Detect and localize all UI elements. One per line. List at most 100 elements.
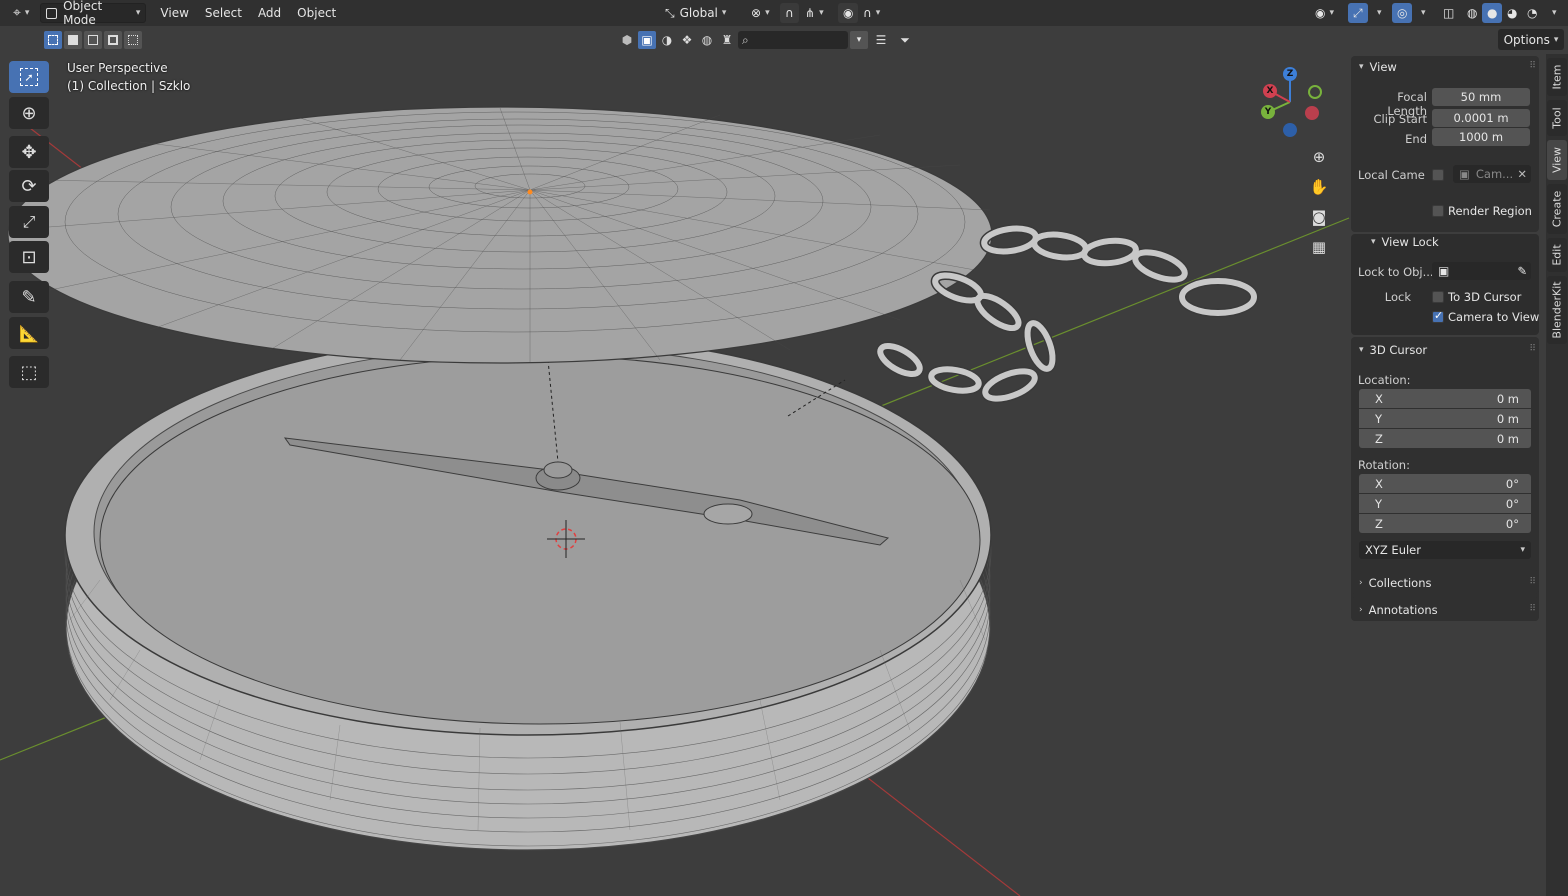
- filter-icon[interactable]: ⏷: [894, 31, 916, 49]
- world-icon[interactable]: ◍: [698, 31, 716, 49]
- proportional-edit-icon: ◉: [843, 6, 854, 20]
- chevron-down-icon: ▾: [135, 8, 141, 18]
- clip-start-field[interactable]: 0.0001 m: [1432, 109, 1530, 127]
- camera-view-button[interactable]: ◙: [1305, 203, 1333, 231]
- focal-length-field[interactable]: 50 mm: [1432, 88, 1530, 106]
- select-box-tool[interactable]: ➚: [9, 61, 49, 93]
- rendered-sphere-icon: ◔: [1527, 6, 1538, 20]
- shading-wireframe[interactable]: ◍: [1462, 3, 1482, 23]
- location-y-field[interactable]: Y 0 m: [1359, 409, 1531, 428]
- select-invert-button[interactable]: [104, 31, 122, 49]
- gizmo-neg-y-axis[interactable]: [1308, 85, 1322, 99]
- rotation-z-field[interactable]: Z 0°: [1359, 514, 1531, 533]
- gizmo-x-axis[interactable]: X: [1263, 84, 1277, 98]
- location-z-field[interactable]: Z 0 m: [1359, 429, 1531, 448]
- clip-end-field[interactable]: 1000 m: [1432, 128, 1530, 146]
- location-x-field[interactable]: X 0 m: [1359, 389, 1531, 408]
- rotation-mode-dropdown[interactable]: XYZ Euler ▾: [1359, 541, 1531, 559]
- tab-view[interactable]: View: [1547, 140, 1567, 180]
- overlays-toggle[interactable]: ◎: [1392, 3, 1413, 23]
- mesh-icon[interactable]: ⬢: [618, 31, 636, 49]
- mode-dropdown[interactable]: Object Mode ▾: [40, 0, 147, 27]
- shading-material[interactable]: ◕: [1502, 3, 1522, 23]
- xray-toggle[interactable]: ◫: [1438, 3, 1459, 23]
- clip-start-label: Clip Start: [1373, 112, 1427, 126]
- gizmo-z-axis[interactable]: Z: [1283, 67, 1297, 81]
- gizmo-y-axis[interactable]: Y: [1261, 105, 1275, 119]
- rotation-x-field[interactable]: X 0°: [1359, 474, 1531, 493]
- collections-header[interactable]: › Collections: [1359, 576, 1431, 590]
- drag-handle-icon[interactable]: ⠿: [1529, 344, 1536, 354]
- rotate-tool[interactable]: ⟳: [9, 170, 49, 202]
- menu-object[interactable]: Object: [289, 6, 344, 20]
- falloff-dropdown[interactable]: ∩ ▾: [858, 3, 885, 23]
- menu-view[interactable]: View: [152, 6, 196, 20]
- chevron-down-icon[interactable]: ▾: [850, 31, 868, 49]
- proportional-editing-toggle[interactable]: ◉: [838, 3, 859, 23]
- gizmo-dropdown[interactable]: ▾: [1368, 3, 1387, 23]
- brush-icon[interactable]: ♜: [718, 31, 736, 49]
- menu-add[interactable]: Add: [250, 6, 289, 20]
- pan-button[interactable]: ✋: [1305, 173, 1333, 201]
- tab-tool[interactable]: Tool: [1547, 100, 1567, 136]
- annotations-header[interactable]: › Annotations: [1359, 603, 1438, 617]
- transform-tool[interactable]: ⊡: [9, 241, 49, 273]
- measure-tool[interactable]: 📐: [9, 317, 49, 349]
- annotate-tool[interactable]: ✎: [9, 281, 49, 313]
- 3d-cursor-header[interactable]: ▾ 3D Cursor: [1359, 343, 1427, 357]
- light-icon[interactable]: ❖: [678, 31, 696, 49]
- tab-blenderkit[interactable]: BlenderKit: [1547, 276, 1567, 344]
- local-camera-field[interactable]: ▣ Cam... ✕: [1453, 165, 1531, 183]
- tab-item[interactable]: Item: [1547, 58, 1567, 96]
- zoom-button[interactable]: ⊕: [1305, 143, 1333, 171]
- local-camera-checkbox[interactable]: [1432, 169, 1444, 181]
- to-3d-cursor-checkbox[interactable]: [1432, 291, 1444, 303]
- search-input[interactable]: ⌕: [738, 31, 848, 49]
- shading-rendered[interactable]: ◔: [1522, 3, 1542, 23]
- shading-solid[interactable]: ●: [1482, 3, 1503, 23]
- select-new-button[interactable]: [44, 31, 62, 49]
- gizmo-neg-x-axis[interactable]: [1305, 106, 1319, 120]
- snap-toggle[interactable]: ∩: [780, 3, 799, 23]
- menu-select[interactable]: Select: [197, 6, 250, 20]
- drag-handle-icon[interactable]: ⠿: [1529, 604, 1536, 614]
- xray-icon: ◫: [1443, 6, 1455, 20]
- editor-type-button[interactable]: ⌖ ▾: [8, 3, 34, 23]
- visibility-dropdown[interactable]: ◉ ▾: [1310, 3, 1339, 23]
- perspective-toggle-button[interactable]: ▦: [1305, 233, 1333, 261]
- pivot-point-dropdown[interactable]: ⊗ ▾: [746, 3, 775, 23]
- drag-handle-icon[interactable]: ⠿: [1529, 577, 1536, 587]
- view-panel-header[interactable]: ▾ View: [1359, 60, 1397, 74]
- hierarchy-icon[interactable]: ☰: [870, 31, 892, 49]
- move-tool[interactable]: ✥: [9, 136, 49, 168]
- shading-dropdown[interactable]: ▾: [1543, 3, 1562, 23]
- cursor-tool[interactable]: ⊕: [9, 97, 49, 129]
- select-extend-button[interactable]: [64, 31, 82, 49]
- wireframe-sphere-icon: ◍: [1467, 6, 1478, 20]
- snap-target-dropdown[interactable]: ⋔ ▾: [800, 3, 829, 23]
- view-lock-header[interactable]: ▾ View Lock: [1371, 235, 1439, 249]
- select-subtract-button[interactable]: [84, 31, 102, 49]
- close-icon[interactable]: ✕: [1517, 167, 1527, 181]
- options-dropdown[interactable]: Options ▾: [1498, 29, 1564, 50]
- solid-icon[interactable]: ◑: [658, 31, 676, 49]
- drag-handle-icon[interactable]: ⠿: [1529, 61, 1536, 71]
- rotation-y-field[interactable]: Y 0°: [1359, 494, 1531, 513]
- overlays-dropdown[interactable]: ▾: [1412, 3, 1431, 23]
- gizmo-toggle[interactable]: ⤢: [1348, 3, 1368, 23]
- transform-orientation-dropdown[interactable]: ⤡ Global ▾: [660, 3, 738, 23]
- camera-to-view-checkbox[interactable]: [1432, 309, 1444, 323]
- 3d-cursor-icon: ⊕: [21, 102, 37, 124]
- gizmo-neg-z-axis[interactable]: [1283, 123, 1297, 137]
- navigation-gizmo[interactable]: Z Y X: [1252, 62, 1332, 142]
- tab-edit[interactable]: Edit: [1547, 238, 1567, 272]
- object-icon[interactable]: ▣: [638, 31, 656, 49]
- render-region-checkbox[interactable]: [1432, 205, 1444, 217]
- sidebar-panel: ▾ View ⠿ Focal Length 50 mm Clip Start 0.…: [1349, 54, 1543, 896]
- select-intersect-button[interactable]: [124, 31, 142, 49]
- add-cube-tool[interactable]: ⬚: [9, 356, 49, 388]
- tab-create[interactable]: Create: [1547, 184, 1567, 234]
- eyedropper-icon[interactable]: ✎: [1517, 264, 1527, 278]
- scale-tool[interactable]: ⤢: [9, 206, 49, 238]
- lock-to-object-field[interactable]: ▣ ✎: [1432, 262, 1531, 280]
